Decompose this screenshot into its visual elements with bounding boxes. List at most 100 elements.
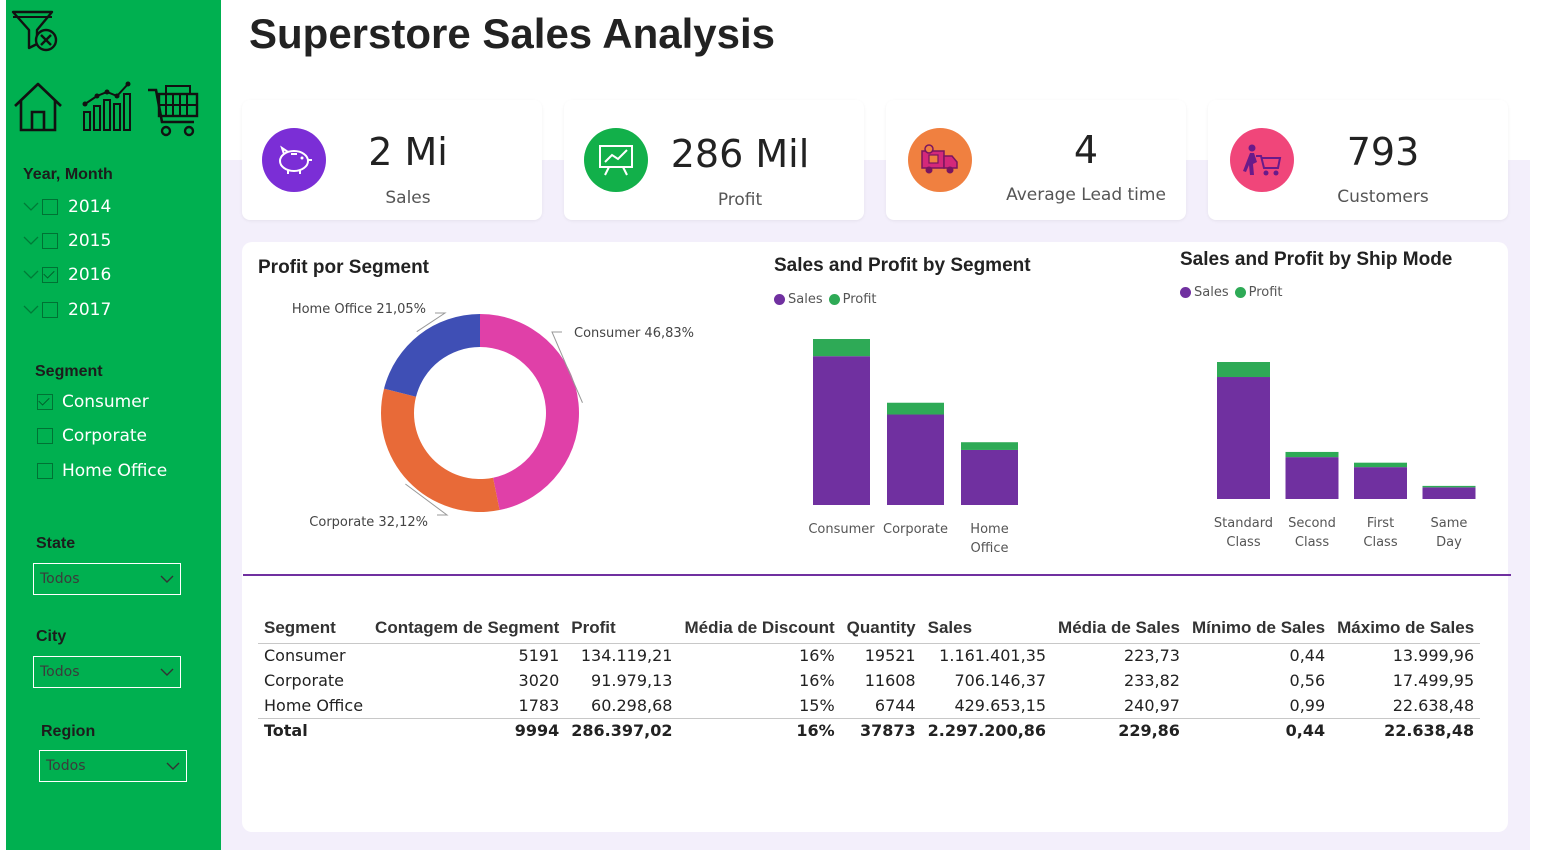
- donut-data-label: Corporate 32,12%: [309, 515, 428, 530]
- region-dropdown-value: Todos: [46, 758, 86, 774]
- table-cell: 6744: [874, 695, 916, 715]
- city-dropdown[interactable]: Todos: [33, 656, 181, 688]
- shipmode-bar-chart-title: Sales and Profit by Ship Mode: [1180, 249, 1453, 270]
- table-total-cell: 2.297.200,86: [927, 721, 1047, 741]
- chevron-down-icon: [160, 668, 174, 676]
- segment-option[interactable]: Consumer: [35, 390, 149, 414]
- year-checkbox[interactable]: [42, 233, 58, 249]
- year-checkbox[interactable]: [42, 267, 58, 283]
- table-cell: 16%: [799, 671, 835, 690]
- bar-profit-home-office[interactable]: [961, 442, 1018, 450]
- legend-item-sales: Sales: [774, 292, 823, 307]
- legend-dot-sales: [774, 294, 785, 305]
- table-header-cell[interactable]: Mínimo de Sales: [1186, 613, 1331, 643]
- bar-sales-same-day[interactable]: [1422, 487, 1476, 499]
- bar-sales-consumer[interactable]: [813, 356, 870, 505]
- state-filter-title: State: [36, 535, 76, 552]
- table-cell: 240,97: [1123, 695, 1180, 715]
- bar-sales-standard-class[interactable]: [1217, 377, 1270, 499]
- home-icon[interactable]: [12, 80, 64, 138]
- bar-profit-corporate[interactable]: [887, 402, 944, 415]
- bar-profit-same-day[interactable]: [1422, 485, 1476, 488]
- table-header-cell[interactable]: Máximo de Sales: [1331, 613, 1480, 643]
- segment-filter-title: Segment: [35, 363, 103, 380]
- x-tick-label: First Class: [1363, 516, 1397, 550]
- sidebar: Year, Month 2014 2015 2016 2017 Segment Con…: [6, 0, 221, 850]
- table-header-cell[interactable]: Sales: [922, 613, 1052, 643]
- kpi-profit-value: 286 Mil: [670, 132, 810, 176]
- table-header-cell[interactable]: Quantity: [841, 613, 922, 643]
- segment-option[interactable]: Home Office: [35, 459, 167, 483]
- table-header-cell[interactable]: Média de Discount: [678, 613, 840, 643]
- donut-chart-title: Profit por Segment: [258, 257, 430, 278]
- dashboard: Year, Month 2014 2015 2016 2017 Segment Con…: [0, 0, 1547, 850]
- table-header-cell[interactable]: Profit: [565, 613, 678, 643]
- state-dropdown[interactable]: Todos: [33, 563, 181, 595]
- table-row[interactable]: Home Office 1783 60.298,68 15% 6744 429.653,1…: [258, 693, 1480, 718]
- bar-profit-consumer[interactable]: [813, 339, 870, 357]
- table-cell: 11608: [864, 671, 916, 690]
- legend-sales-label: Sales: [1194, 285, 1229, 300]
- filter-clear-icon[interactable]: [10, 8, 60, 58]
- chart-icon[interactable]: [80, 80, 136, 138]
- bar-sales-second-class[interactable]: [1285, 457, 1339, 499]
- segment-checkbox[interactable]: [37, 463, 53, 479]
- segment-checkbox[interactable]: [37, 428, 53, 444]
- cart-icon[interactable]: [146, 84, 202, 144]
- table-cell: 706.146,37: [954, 671, 1047, 690]
- shipmode-bar-chart: Standard Class Second Class First Class Same Da…: [1214, 362, 1476, 550]
- kpi-sales-value: 2 Mi: [368, 130, 448, 174]
- donut-data-label: Consumer 46,83%: [574, 326, 694, 341]
- delivery-truck-icon: [908, 128, 972, 192]
- donut-slice-consumer[interactable]: [480, 314, 579, 511]
- table-cell: 91.979,13: [591, 671, 673, 690]
- donut-slice-home-office[interactable]: [384, 314, 480, 397]
- year-option[interactable]: 2014: [22, 195, 111, 219]
- kpi-customers-label: Customers: [1337, 187, 1429, 207]
- table-header-cell[interactable]: Segment: [258, 613, 369, 643]
- segment-label: Home Office: [62, 461, 168, 481]
- chevron-expand-icon[interactable]: [22, 269, 40, 281]
- table-row[interactable]: Consumer 5191 134.119,21 16% 19521 1.161.401,…: [258, 643, 1480, 668]
- chevron-expand-icon[interactable]: [22, 201, 40, 213]
- table-cell: 0,56: [1289, 671, 1326, 690]
- segment-label: Corporate: [62, 426, 147, 446]
- table-cell: 0,44: [1289, 646, 1326, 666]
- city-filter-title: City: [36, 628, 67, 645]
- bar-sales-home-office[interactable]: [961, 449, 1018, 505]
- segment-bar-chart-title: Sales and Profit by Segment: [774, 255, 1031, 276]
- bar-sales-corporate[interactable]: [887, 414, 944, 505]
- table-cell: 1.161.401,35: [939, 646, 1047, 666]
- page-title: Superstore Sales Analysis: [249, 10, 776, 57]
- region-dropdown[interactable]: Todos: [39, 750, 187, 782]
- table-row[interactable]: Corporate 3020 91.979,13 16% 11608 706.146,37…: [258, 668, 1480, 693]
- year-checkbox[interactable]: [42, 199, 58, 215]
- table-cell: 233,82: [1123, 671, 1180, 690]
- chevron-expand-icon[interactable]: [22, 235, 40, 247]
- legend-item-profit: Profit: [828, 292, 877, 307]
- table-header-row: Segment Contagem de Segment Profit Média…: [258, 613, 1481, 643]
- table-total-cell: 286.397,02: [571, 721, 673, 741]
- table-total-cell: 22.638,48: [1384, 721, 1475, 741]
- segment-checkbox[interactable]: [37, 394, 53, 410]
- x-tick-label: Same Day: [1431, 516, 1468, 550]
- kpi-customers-value: 793: [1346, 130, 1420, 174]
- year-option[interactable]: 2017: [22, 298, 111, 322]
- bar-profit-second-class[interactable]: [1285, 451, 1339, 458]
- chevron-expand-icon[interactable]: [22, 304, 40, 316]
- kpi-lead-time-value: 4: [1073, 128, 1099, 172]
- table-total-cell: 37873: [859, 721, 916, 741]
- kpi-sales-label: Sales: [385, 188, 431, 208]
- table-header-cell[interactable]: Contagem de Segment: [369, 613, 565, 643]
- year-checkbox[interactable]: [42, 302, 58, 318]
- bar-profit-first-class[interactable]: [1354, 462, 1407, 468]
- year-label: 2015: [68, 231, 112, 251]
- table-header-cell[interactable]: Média de Sales: [1052, 613, 1186, 643]
- donut-slice-corporate[interactable]: [380, 388, 500, 512]
- segment-option[interactable]: Corporate: [35, 424, 147, 448]
- bar-sales-first-class[interactable]: [1354, 467, 1407, 499]
- year-option[interactable]: 2016: [22, 263, 111, 287]
- year-option[interactable]: 2015: [22, 229, 111, 253]
- bar-profit-standard-class[interactable]: [1217, 362, 1270, 378]
- table-cell: 429.653,15: [954, 695, 1047, 715]
